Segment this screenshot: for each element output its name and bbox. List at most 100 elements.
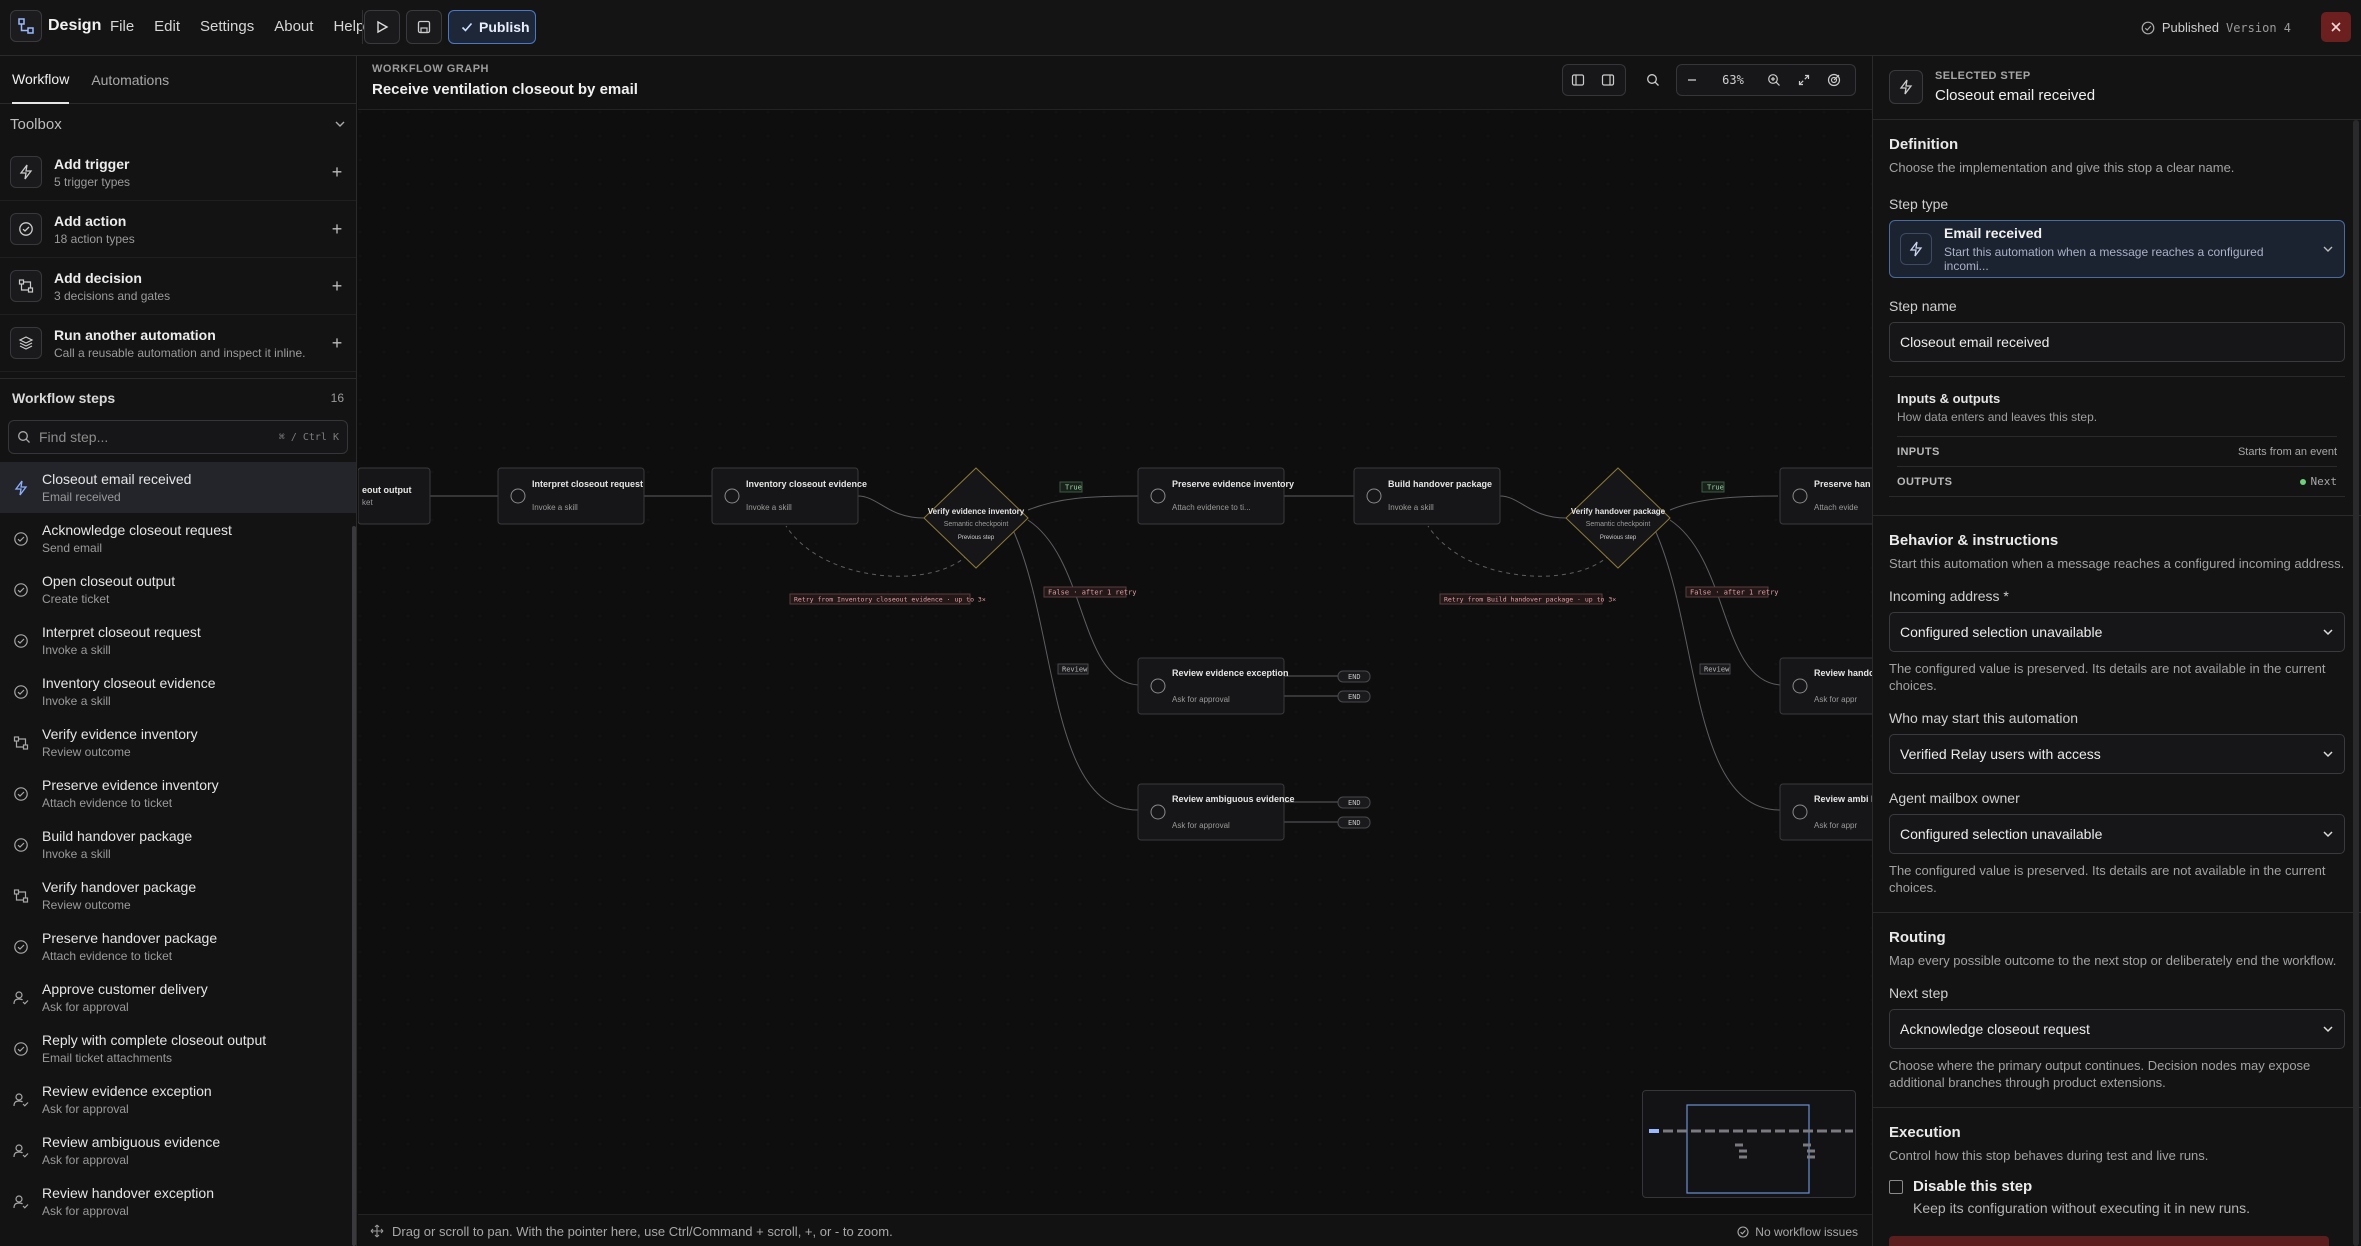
- menu-help[interactable]: Help: [333, 18, 364, 35]
- workflow-canvas[interactable]: WORKFLOW GRAPH Receive ventilation close…: [358, 56, 1872, 1246]
- mailbox-owner-select[interactable]: Configured selection unavailable: [1889, 814, 2345, 854]
- user-check-icon: [12, 1142, 30, 1160]
- incoming-address-select[interactable]: Configured selection unavailable: [1889, 612, 2345, 652]
- auto-layout-button[interactable]: [1819, 65, 1849, 95]
- step-kind: Ask for approval: [42, 1102, 129, 1116]
- check-circle-icon: [12, 581, 30, 599]
- workflow-step-item[interactable]: Preserve evidence inventory Attach eviden…: [0, 768, 356, 819]
- check-circle-icon: [10, 213, 42, 245]
- user-check-icon: [12, 989, 30, 1007]
- workflow-issues-status[interactable]: No workflow issues: [1737, 1225, 1858, 1239]
- plus-icon[interactable]: +: [328, 219, 346, 240]
- run-button[interactable]: [364, 10, 400, 44]
- workflow-step-item[interactable]: Open closeout output Create ticket: [0, 564, 356, 615]
- fit-view-button[interactable]: [1789, 65, 1819, 95]
- step-type-select[interactable]: Email received Start this automation whe…: [1889, 220, 2345, 278]
- step-kind: Review outcome: [42, 898, 131, 912]
- sidebar-right-icon: [1601, 74, 1615, 86]
- tab-automations[interactable]: Automations: [91, 56, 169, 104]
- tab-workflow[interactable]: Workflow: [12, 56, 70, 104]
- right-scrollbar[interactable]: [2353, 120, 2359, 1246]
- delete-step-button[interactable]: [1889, 1236, 2329, 1246]
- who-may-start-select[interactable]: Verified Relay users with access: [1889, 734, 2345, 774]
- branch-icon: [10, 270, 42, 302]
- canvas-search-button[interactable]: [1638, 65, 1668, 95]
- tool-title: Add trigger: [54, 155, 130, 172]
- left-scrollbar[interactable]: [352, 526, 356, 1246]
- workflow-node[interactable]: Preserve han package Attach evide: [1779, 467, 1872, 525]
- publish-button[interactable]: Publish: [448, 10, 536, 44]
- mailbox-owner-label: Agent mailbox owner: [1889, 790, 2020, 806]
- expand-icon: [1798, 74, 1810, 86]
- app-logo-icon[interactable]: [10, 10, 42, 42]
- workflow-step-item[interactable]: Verify handover package Review outcome: [0, 870, 356, 921]
- save-button[interactable]: [406, 10, 442, 44]
- svg-text:Previous step: Previous step: [1600, 535, 1637, 541]
- approval-node[interactable]: Review ambi handover Ask for appr: [1779, 783, 1872, 841]
- toggle-right-panel-button[interactable]: [1593, 65, 1623, 95]
- minimap-viewport[interactable]: [1686, 1104, 1810, 1194]
- plus-icon[interactable]: +: [328, 276, 346, 297]
- step-kind: Ask for approval: [42, 1000, 129, 1014]
- workflow-step-item[interactable]: Review evidence exception Ask for approva…: [0, 1074, 356, 1125]
- app-name: Design: [48, 17, 102, 34]
- workflow-step-item[interactable]: Approve customer delivery Ask for approva…: [0, 972, 356, 1023]
- workflow-node[interactable]: eout output ket: [358, 467, 431, 525]
- svg-text:Invoke a skill: Invoke a skill: [1388, 503, 1434, 512]
- inputs-row: INPUTS Starts from an event: [1897, 436, 2337, 466]
- workflow-step-item[interactable]: Review ambiguous evidence Ask for approva…: [0, 1125, 356, 1176]
- minimap-branches: [1735, 1143, 1815, 1159]
- workflow-node[interactable]: Preserve evidence inventory Attach evide…: [1137, 467, 1294, 525]
- tool-add-decision[interactable]: Add decision 3 decisions and gates +: [0, 258, 356, 315]
- tool-add-trigger[interactable]: Add trigger 5 trigger types +: [0, 144, 356, 201]
- plus-icon[interactable]: +: [328, 162, 346, 183]
- close-button[interactable]: [2321, 12, 2351, 42]
- workflow-step-item[interactable]: Verify evidence inventory Review outcome: [0, 717, 356, 768]
- menu-settings[interactable]: Settings: [200, 18, 254, 35]
- tool-run-automation[interactable]: Run another automation Call a reusable au…: [0, 315, 356, 372]
- workflow-node[interactable]: Build handover package Invoke a skill: [1353, 467, 1501, 525]
- workflow-step-item[interactable]: Reply with complete closeout output Email…: [0, 1023, 356, 1074]
- check-circle-icon: [12, 632, 30, 650]
- toggle-left-panel-button[interactable]: [1563, 65, 1593, 95]
- tool-title: Run another automation: [54, 326, 216, 343]
- search-input[interactable]: [39, 429, 271, 445]
- step-name-input[interactable]: [1889, 322, 2345, 362]
- branch-icon: [12, 887, 30, 905]
- layers-icon: [10, 327, 42, 359]
- sidebar-left-icon: [1571, 74, 1585, 86]
- svg-text:Semantic checkpoint: Semantic checkpoint: [1586, 521, 1651, 528]
- workflow-step-item[interactable]: Interpret closeout request Invoke a skill: [0, 615, 356, 666]
- next-step-select[interactable]: Acknowledge closeout request: [1889, 1009, 2345, 1049]
- inputs-value: Starts from an event: [2237, 445, 2337, 458]
- workflow-step-item[interactable]: Build handover package Invoke a skill: [0, 819, 356, 870]
- menu-edit[interactable]: Edit: [154, 18, 180, 35]
- workflow-node[interactable]: Interpret closeout request Invoke a skil…: [497, 467, 645, 525]
- workflow-graph[interactable]: True True False · after 1 retry False · …: [358, 110, 1872, 1214]
- approval-node[interactable]: Review evidence exception Ask for approv…: [1137, 657, 1289, 715]
- check-circle-icon: [12, 1040, 30, 1058]
- workflow-step-item[interactable]: Closeout email received Email received: [0, 462, 356, 513]
- disable-step-checkbox[interactable]: [1889, 1180, 1903, 1194]
- plus-icon[interactable]: +: [328, 333, 346, 354]
- menu-file[interactable]: File: [110, 18, 134, 35]
- zoom-out-button[interactable]: [1677, 65, 1707, 95]
- disable-step-row[interactable]: Disable this step Keep its configuration…: [1889, 1178, 2345, 1216]
- next-step-label: Next step: [1889, 985, 1949, 1001]
- approval-node[interactable]: Review hando exception Ask for appr: [1779, 657, 1872, 715]
- toolbox-header[interactable]: Toolbox: [0, 104, 356, 144]
- workflow-step-item[interactable]: Preserve handover package Attach evidence…: [0, 921, 356, 972]
- step-search[interactable]: ⌘ / Ctrl K: [8, 420, 348, 454]
- menu-about[interactable]: About: [274, 18, 313, 35]
- approval-node[interactable]: Review ambiguous evidence Ask for approv…: [1137, 783, 1295, 841]
- workflow-step-item[interactable]: Review handover exception Ask for approva…: [0, 1176, 356, 1227]
- svg-text:Build handover package: Build handover package: [1388, 479, 1492, 489]
- tool-add-action[interactable]: Add action 18 action types +: [0, 201, 356, 258]
- edge-label-retry: Retry from Inventory closeout evidence ·…: [789, 593, 986, 605]
- zoom-in-button[interactable]: [1759, 65, 1789, 95]
- minimap[interactable]: [1642, 1090, 1856, 1198]
- workflow-node[interactable]: Inventory closeout evidence Invoke a ski…: [711, 467, 867, 525]
- tool-title: Add decision: [54, 269, 142, 286]
- workflow-step-item[interactable]: Acknowledge closeout request Send email: [0, 513, 356, 564]
- workflow-step-item[interactable]: Inventory closeout evidence Invoke a skil…: [0, 666, 356, 717]
